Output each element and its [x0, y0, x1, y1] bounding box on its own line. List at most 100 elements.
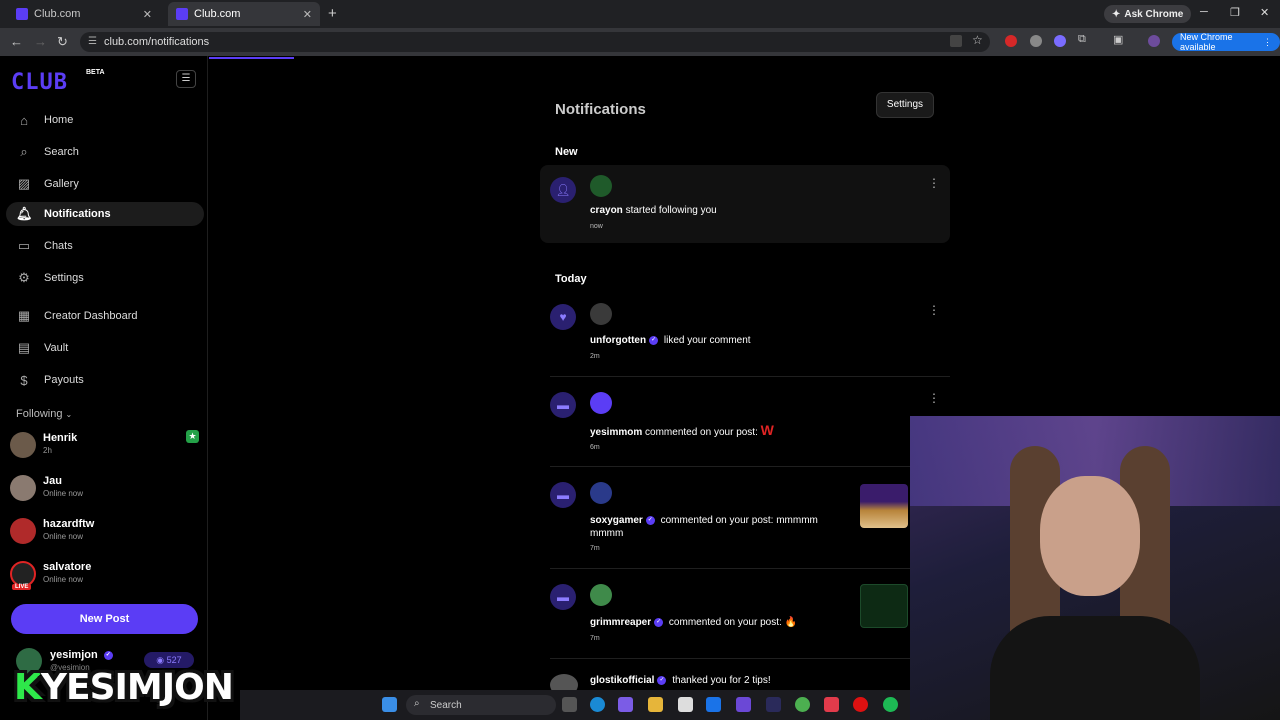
copilot-icon[interactable] — [618, 697, 633, 712]
notification-settings-button[interactable]: Settings — [876, 92, 934, 118]
reload-icon[interactable]: ↻ — [57, 34, 68, 50]
mail-icon[interactable] — [706, 697, 721, 712]
taskbar-search-label: Search — [430, 699, 462, 711]
windows-start-icon[interactable] — [382, 697, 397, 712]
heart-icon: ♥ — [550, 304, 576, 330]
current-user-name: yesimjon ✓ — [50, 649, 116, 661]
forward-icon[interactable]: → — [34, 34, 47, 49]
sidebar-item-vault[interactable]: ▤ Vault — [6, 336, 204, 360]
app-icon[interactable] — [824, 697, 839, 712]
following-item[interactable]: hazardftw Online now — [10, 516, 200, 552]
notification-user[interactable]: grimmreaper — [590, 617, 651, 628]
url-bar[interactable]: ☰ club.com/notifications — [80, 32, 990, 52]
close-window-icon[interactable]: ✕ — [1260, 6, 1269, 19]
file-explorer-icon[interactable] — [648, 697, 663, 712]
more-options-icon[interactable]: ⋮ — [928, 303, 940, 317]
coin-icon: ◉ — [156, 655, 167, 665]
beta-badge: BETA — [86, 69, 105, 76]
notification-item[interactable]: 👤︎ crayon started following you now ⋮ — [540, 165, 950, 243]
sidebar-item-label: Vault — [44, 342, 69, 354]
sidebar-item-notifications[interactable]: 🔔︎ Notifications — [6, 202, 204, 226]
ask-chrome-button[interactable]: ✦ Ask Chrome — [1104, 5, 1192, 23]
sidebar-item-settings[interactable]: ⚙ Settings — [6, 266, 204, 290]
extension-icon[interactable] — [1054, 35, 1066, 47]
person-body — [990, 616, 1200, 720]
sidebar-item-label: Gallery — [44, 178, 79, 190]
post-thumbnail[interactable] — [860, 584, 908, 628]
following-item[interactable]: LIVE salvatore Online now — [10, 559, 200, 595]
notification-item[interactable]: ▬ yesimmom commented on your post: W 6m … — [540, 390, 950, 460]
vault-icon: ▤ — [17, 340, 31, 355]
dollar-icon: $ — [20, 372, 28, 388]
install-icon[interactable] — [950, 35, 962, 47]
extension-icon[interactable] — [1005, 35, 1017, 47]
sidebar-item-home[interactable]: ⌂ Home — [6, 108, 204, 132]
app-icon[interactable] — [853, 697, 868, 712]
avatar[interactable] — [590, 175, 612, 197]
sidebar-item-chats[interactable]: ▭ Chats — [6, 234, 204, 258]
avatar[interactable] — [590, 392, 612, 414]
new-chrome-available-button[interactable]: New Chrome available ⋮ — [1172, 32, 1280, 52]
taskbar-search[interactable]: ⌕ Search — [406, 695, 556, 715]
spotify-icon[interactable] — [883, 697, 898, 712]
home-icon: ⌂ — [20, 112, 28, 128]
close-tab-icon[interactable]: ✕ — [303, 8, 312, 21]
browser-tab[interactable]: Club.com ✕ — [8, 2, 160, 26]
notification-item[interactable]: ♥ unforgotten ✓ liked your comment 2m ⋮ — [540, 300, 950, 370]
new-tab-icon[interactable]: + — [328, 5, 337, 22]
bookmark-star-icon[interactable]: ☆ — [972, 33, 984, 47]
minimize-icon[interactable]: ─ — [1200, 6, 1208, 18]
following-item[interactable]: Jau Online now — [10, 473, 200, 509]
notification-user[interactable]: glostikofficial — [590, 675, 654, 686]
notification-user[interactable]: soxygamer — [590, 515, 643, 526]
avatar[interactable] — [590, 584, 612, 606]
sidebar-item-search[interactable]: ⌕ Search — [6, 140, 204, 164]
sidebar-item-creator-dashboard[interactable]: ▦ Creator Dashboard — [6, 304, 204, 328]
club-logo[interactable]: CLUB — [11, 70, 68, 95]
task-view-icon[interactable] — [562, 697, 577, 712]
back-icon[interactable]: ← — [10, 34, 23, 49]
sidebar-item-label: Settings — [44, 272, 84, 284]
notification-user[interactable]: yesimmom — [590, 427, 642, 438]
hamburger-menu-icon[interactable]: ☰ — [176, 70, 196, 88]
following-name: salvatore — [43, 561, 92, 573]
following-item[interactable]: Henrik 2h ★ — [10, 430, 200, 466]
side-panel-icon[interactable]: ▣ — [1113, 33, 1125, 46]
following-status: Online now — [43, 532, 84, 541]
chrome-icon[interactable] — [795, 697, 810, 712]
more-options-icon[interactable]: ⋮ — [928, 176, 940, 190]
notification-time: 6m — [590, 444, 600, 451]
sidebar-item-payouts[interactable]: $ Payouts — [6, 368, 204, 392]
extension-icon[interactable] — [1030, 35, 1042, 47]
new-chrome-label: New Chrome available — [1180, 32, 1233, 52]
avatar[interactable] — [590, 303, 612, 325]
site-info-icon[interactable]: ☰ — [88, 36, 97, 47]
club-favicon-icon — [16, 8, 28, 20]
browser-tab-strip: Club.com ✕ Club.com ✕ + ✦ Ask Chrome ─ ❐… — [0, 0, 1280, 28]
profile-avatar[interactable] — [1148, 35, 1160, 47]
browser-tab-active[interactable]: Club.com ✕ — [168, 2, 320, 26]
comment-icon: ▬ — [550, 482, 576, 508]
notification-text: soxygamer ✓ commented on your post: mmmmm… — [590, 514, 850, 540]
following-header[interactable]: Following ⌄ — [16, 408, 72, 420]
app-icon[interactable] — [766, 697, 781, 712]
more-options-icon[interactable]: ⋮ — [928, 391, 940, 405]
notification-item[interactable]: glostikofficial ✓ thanked you for 2 tips! — [540, 672, 950, 696]
sidebar-item-gallery[interactable]: ▨ Gallery — [6, 172, 204, 196]
page-loading-bar — [209, 57, 294, 59]
app-icon[interactable] — [736, 697, 751, 712]
notification-user[interactable]: crayon — [590, 205, 623, 216]
credits-value: 527 — [166, 655, 182, 665]
restore-icon[interactable]: ❐ — [1230, 6, 1240, 19]
avatar[interactable] — [590, 482, 612, 504]
extensions-puzzle-icon[interactable]: ⧉ — [1078, 33, 1090, 45]
post-thumbnail[interactable] — [860, 484, 908, 528]
more-menu-icon[interactable]: ⋮ — [1263, 37, 1272, 48]
close-tab-icon[interactable]: ✕ — [143, 8, 152, 21]
credits-badge[interactable]: ◉ 527 — [144, 652, 194, 668]
store-icon[interactable] — [678, 697, 693, 712]
notification-user[interactable]: unforgotten — [590, 335, 646, 346]
live-badge: LIVE — [12, 584, 32, 590]
new-post-button[interactable]: New Post — [11, 604, 198, 634]
edge-icon[interactable] — [590, 697, 605, 712]
